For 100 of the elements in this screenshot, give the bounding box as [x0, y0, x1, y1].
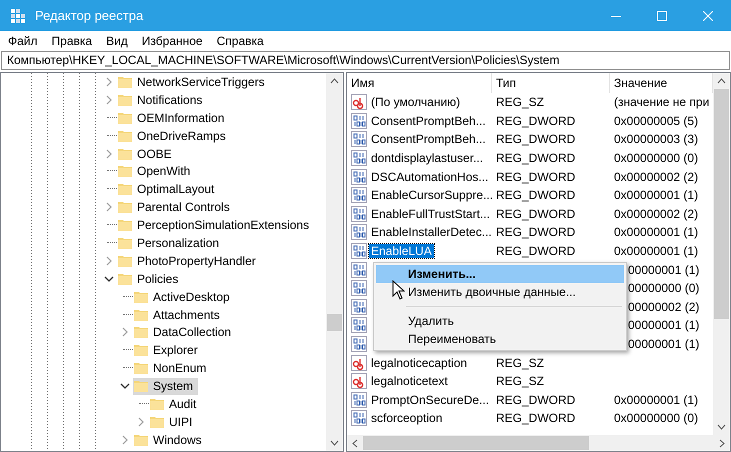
- binary-value-icon: [351, 298, 367, 315]
- tree-item[interactable]: ActiveDesktop: [133, 288, 235, 306]
- tree-item[interactable]: UIPI: [149, 413, 198, 430]
- value-data: 00000002 (2): [627, 300, 700, 314]
- scrollbar-thumb[interactable]: [327, 314, 342, 331]
- value-type: REG_DWORD: [496, 206, 576, 221]
- tree-item[interactable]: NetworkServiceTriggers: [117, 73, 270, 90]
- value-name[interactable]: DSCAutomationHos...: [369, 170, 490, 184]
- menu-item[interactable]: Изменить...: [376, 265, 624, 283]
- folder-icon: [133, 378, 149, 394]
- value-name[interactable]: PromptOnSecureDe...: [369, 392, 492, 407]
- tree-item[interactable]: Parental Controls: [117, 198, 235, 216]
- value-type: REG_SZ: [496, 374, 544, 388]
- value-type: REG_DWORD: [496, 225, 576, 240]
- tree-item[interactable]: DataCollection: [133, 324, 236, 341]
- menu-item[interactable]: Изменить двоичные данные...: [376, 283, 624, 301]
- string-value-icon: [351, 354, 367, 371]
- value-type: REG_DWORD: [496, 244, 576, 258]
- tree-item[interactable]: NonEnum: [133, 360, 212, 377]
- binary-value-icon: [351, 168, 367, 185]
- binary-value-icon: [351, 262, 367, 278]
- address-field[interactable]: Компьютер\HKEY_LOCAL_MACHINE\SOFTWARE\Microsoft\Windows\CurrentVersion\Policies\System: [1, 51, 730, 70]
- value-name[interactable]: scforceoption: [369, 411, 444, 426]
- tree-item[interactable]: OpenWith: [117, 162, 196, 180]
- value-name[interactable]: EnableFullTrustStart...: [369, 206, 492, 221]
- column-header[interactable]: Тип: [492, 73, 610, 93]
- tree-item[interactable]: System: [133, 378, 198, 395]
- value-name[interactable]: EnableCursorSuppre...: [369, 188, 492, 202]
- value-name[interactable]: ConsentPromptBeh...: [369, 114, 488, 128]
- scrollbar[interactable]: [347, 435, 730, 451]
- tree-item[interactable]: Windows: [133, 431, 207, 448]
- value-type: REG_DWORD: [496, 114, 576, 128]
- scroll-left-icon[interactable]: [352, 438, 358, 448]
- folder-icon: [117, 199, 133, 216]
- value-name[interactable]: EnableLUA: [369, 244, 434, 258]
- value-data: 0x00000005 (5): [614, 114, 698, 128]
- tree-item[interactable]: Audit: [149, 395, 202, 412]
- maximize-icon: [657, 10, 667, 20]
- menu-item[interactable]: Справка: [210, 34, 271, 48]
- value-data: 00000001 (1): [627, 337, 700, 352]
- scroll-down-icon[interactable]: [330, 440, 339, 446]
- tree-item[interactable]: Attachments: [133, 306, 225, 324]
- binary-value-icon: [351, 112, 367, 129]
- close-icon: [703, 10, 713, 20]
- value-name[interactable]: dontdisplaylastuser...: [369, 151, 486, 166]
- value-data: (значение не при: [614, 95, 710, 110]
- scrollbar[interactable]: [713, 73, 730, 435]
- tree-item[interactable]: OptimalLayout: [117, 180, 220, 198]
- binary-value-icon: [351, 243, 367, 260]
- binary-value-icon: [351, 224, 367, 240]
- folder-icon: [117, 217, 133, 234]
- folder-icon: [133, 342, 149, 358]
- column-header[interactable]: Имя: [347, 73, 492, 93]
- menu-item[interactable]: Переименовать: [376, 330, 624, 348]
- binary-value-icon: [351, 410, 367, 426]
- binary-value-icon: [351, 336, 367, 352]
- binary-value-icon: [351, 392, 367, 408]
- value-data: 00000001 (1): [627, 262, 700, 277]
- value-data: 0x00000000 (0): [614, 151, 698, 166]
- scrollbar-thumb[interactable]: [363, 436, 589, 450]
- binary-value-icon: [351, 131, 367, 148]
- mouse-pointer-icon: [392, 280, 405, 300]
- tree-item[interactable]: Personalization: [117, 234, 224, 252]
- string-value-icon: [351, 94, 367, 110]
- string-value-icon: [351, 373, 367, 390]
- value-name[interactable]: EnableInstallerDetec...: [369, 225, 492, 240]
- menu-item[interactable]: Файл: [1, 34, 45, 48]
- scroll-down-icon[interactable]: [717, 424, 726, 430]
- scroll-right-icon[interactable]: [719, 438, 725, 448]
- value-data: 0x00000001 (1): [614, 188, 698, 202]
- scroll-up-icon[interactable]: [330, 78, 339, 84]
- tree-item[interactable]: PerceptionSimulationExtensions: [117, 216, 314, 234]
- menu-item[interactable]: Избранное: [134, 34, 210, 48]
- tree-item[interactable]: PhotoPropertyHandler: [117, 252, 261, 270]
- value-type: REG_DWORD: [496, 392, 576, 407]
- tree-item[interactable]: OEMInformation: [117, 109, 230, 126]
- tree-item[interactable]: OneDriveRamps: [117, 127, 231, 144]
- folder-icon: [117, 181, 133, 198]
- value-data: 0x00000001 (1): [614, 244, 698, 258]
- value-type: REG_DWORD: [496, 188, 576, 202]
- binary-value-icon: [351, 150, 367, 166]
- tree-item[interactable]: OOBE: [117, 145, 177, 162]
- menu-item[interactable]: Правка: [44, 34, 100, 48]
- value-name[interactable]: legalnoticecaption: [369, 356, 470, 370]
- value-name[interactable]: legalnoticetext: [369, 374, 450, 388]
- value-name[interactable]: (По умолчанию): [369, 95, 462, 110]
- tree-item[interactable]: Notifications: [117, 91, 208, 108]
- scrollbar-thumb[interactable]: [714, 89, 729, 319]
- tree-item[interactable]: Explorer: [133, 342, 203, 359]
- binary-value-icon: [351, 206, 367, 222]
- scroll-up-icon[interactable]: [717, 78, 726, 84]
- value-name[interactable]: ConsentPromptBeh...: [369, 132, 488, 146]
- menu-item[interactable]: Вид: [99, 34, 135, 48]
- value-type: REG_SZ: [496, 95, 544, 110]
- registry-icon: [10, 8, 26, 24]
- tree-item[interactable]: Policies: [117, 270, 184, 288]
- scrollbar[interactable]: [326, 73, 343, 451]
- window-title: Редактор реестра: [35, 8, 144, 23]
- value-type: REG_SZ: [496, 356, 544, 370]
- menu-item[interactable]: Удалить: [376, 312, 624, 330]
